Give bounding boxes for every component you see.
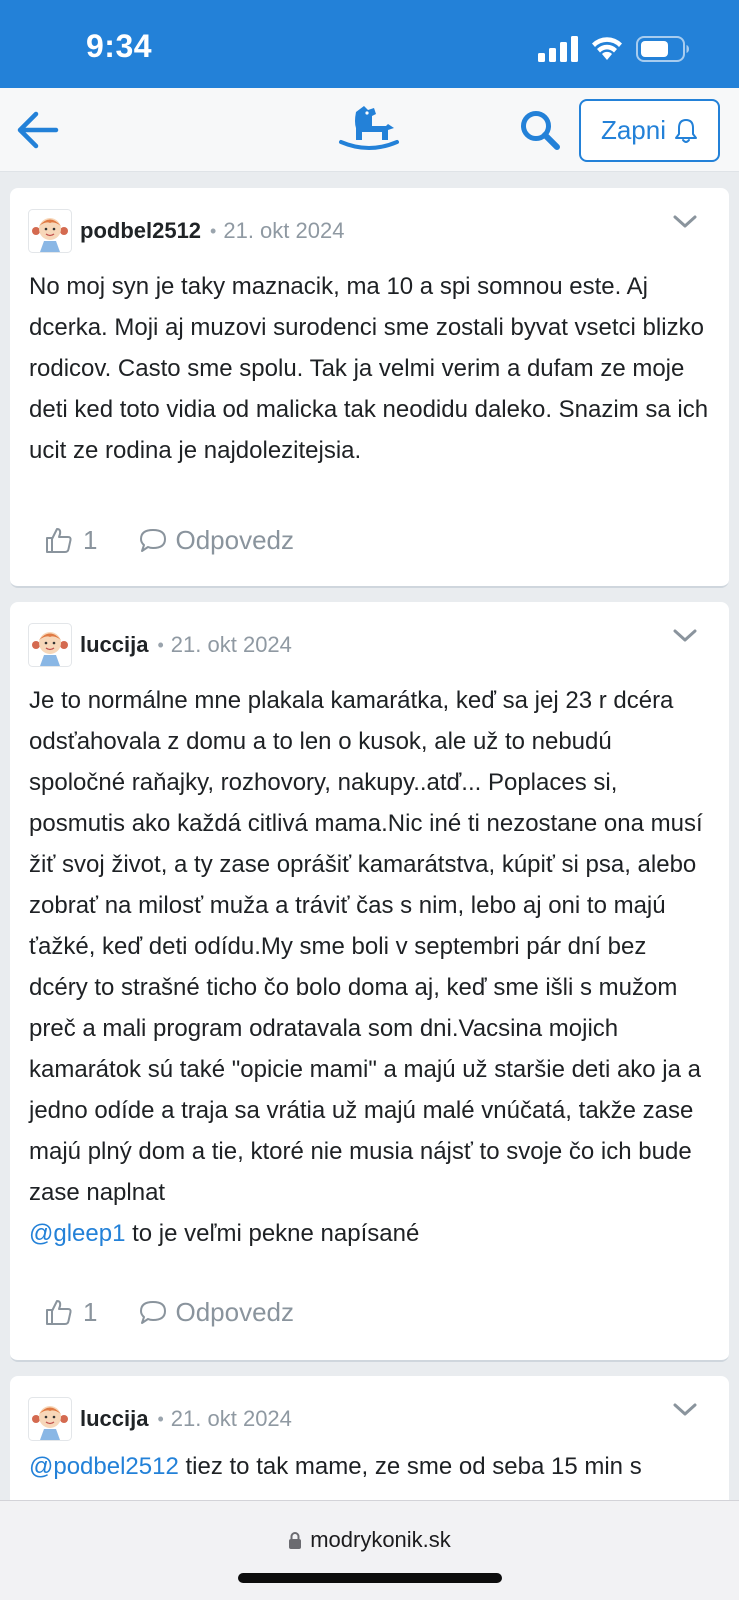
like-count: 1 (83, 1296, 98, 1327)
comment-header: luccija • 21. okt 2024 (28, 622, 292, 668)
post-date: 21. okt 2024 (170, 1406, 292, 1431)
reply-button[interactable]: Odpovedz (139, 1297, 294, 1328)
comment-body: Je to normálne mne plakala kamarátka, ke… (29, 687, 703, 1206)
mention-text: tiez to tak mame, ze sme od seba 15 min … (178, 1453, 642, 1480)
wifi-icon (592, 37, 622, 60)
rocking-horse-icon[interactable] (338, 102, 400, 154)
home-indicator[interactable] (238, 1573, 502, 1583)
lock-icon (289, 1532, 302, 1549)
speech-bubble-icon (140, 1301, 167, 1324)
browser-bottom-bar: modrykonik.sk (0, 1500, 739, 1600)
thumbs-up-icon (46, 528, 72, 553)
comment-text: No moj syn je taky maznacik, ma 10 a spi… (29, 273, 709, 464)
comment-card: podbel2512 • 21. okt 2024 No moj syn je … (10, 188, 729, 588)
battery-icon (636, 36, 689, 62)
like-button[interactable]: 1 (45, 525, 97, 556)
avatar[interactable] (28, 623, 72, 667)
comment-card: luccija • 21. okt 2024 Je to normálne mn… (10, 602, 729, 1362)
like-count: 1 (83, 524, 98, 555)
comment-text: Je to normálne mne plakala kamarátka, ke… (29, 680, 709, 1254)
chevron-down-icon[interactable] (671, 1400, 699, 1420)
reply-label: Odpovedz (175, 524, 294, 555)
mention-link[interactable]: @gleep1 (29, 1220, 125, 1247)
chevron-down-icon[interactable] (671, 212, 699, 232)
comment-header: podbel2512 • 21. okt 2024 (28, 208, 344, 254)
author-name[interactable]: luccija (80, 632, 148, 658)
back-arrow-icon[interactable] (14, 108, 60, 152)
reply-button[interactable]: Odpovedz (139, 525, 294, 556)
subscribe-button[interactable]: Zapni (579, 99, 720, 162)
comment-actions: 1 Odpovedz (45, 520, 294, 560)
mention-text: to je veľmi pekne napísané (125, 1220, 420, 1247)
comment-actions: 1 Odpovedz (45, 1292, 294, 1332)
like-button[interactable]: 1 (45, 1297, 97, 1328)
address-bar[interactable]: modrykonik.sk (0, 1527, 739, 1553)
author-name[interactable]: luccija (80, 1406, 148, 1432)
author-name[interactable]: podbel2512 (80, 218, 201, 244)
url-text: modrykonik.sk (310, 1527, 451, 1552)
speech-bubble-icon (140, 529, 167, 552)
reply-label: Odpovedz (175, 1296, 294, 1327)
subscribe-label: Zapni (600, 115, 667, 145)
comment-header: luccija • 21. okt 2024 (28, 1396, 292, 1442)
cellular-signal-icon (538, 36, 578, 62)
status-time: 9:34 (86, 28, 153, 64)
comment-card: luccija • 21. okt 2024 @podbel2512 tiez … (10, 1376, 729, 1500)
status-bar: 9:34 (0, 0, 739, 88)
post-date: 21. okt 2024 (170, 632, 292, 657)
thumbs-up-icon (46, 1300, 72, 1325)
avatar[interactable] (28, 209, 72, 253)
meta-separator: • (157, 634, 164, 655)
mention-link[interactable]: @podbel2512 (29, 1453, 179, 1480)
bell-icon (675, 118, 698, 143)
nav-bar: Zapni (0, 88, 739, 172)
meta-separator: • (210, 220, 217, 241)
post-date: 21. okt 2024 (223, 218, 345, 243)
meta-separator: • (157, 1408, 164, 1429)
comment-text: @podbel2512 tiez to tak mame, ze sme od … (29, 1446, 709, 1487)
comment-feed[interactable]: podbel2512 • 21. okt 2024 No moj syn je … (0, 172, 739, 1500)
search-icon[interactable] (518, 108, 562, 152)
chevron-down-icon[interactable] (671, 626, 699, 646)
avatar[interactable] (28, 1397, 72, 1441)
